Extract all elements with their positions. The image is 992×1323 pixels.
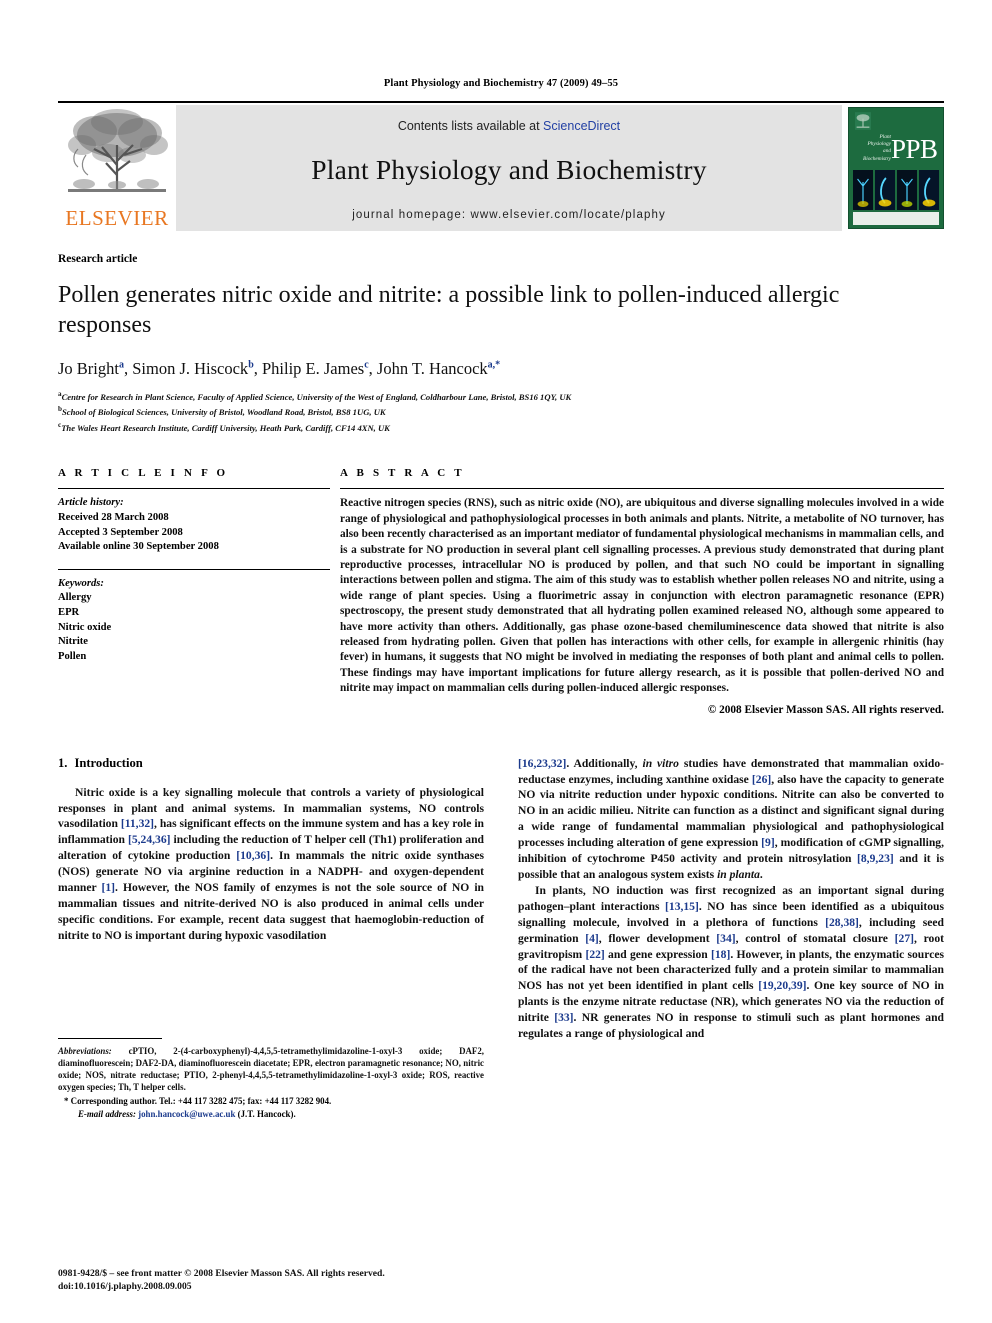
elsevier-wordmark: ELSEVIER: [65, 206, 169, 230]
history-accepted: Accepted 3 September 2008: [58, 526, 183, 538]
journal-cover-thumbnail: Plant Physiology and Biochemistry PPB: [848, 107, 944, 229]
affiliation-text: School of Biological Sciences, Universit…: [61, 407, 386, 418]
abbreviations-note: Abbreviations: cPTIO, 2-(4-carboxyphenyl…: [58, 1045, 484, 1094]
imprint-line-2: doi:10.1016/j.plaphy.2008.09.005: [58, 1281, 192, 1292]
copyright-line: © 2008 Elsevier Masson SAS. All rights r…: [707, 703, 944, 716]
info-abstract-region: A R T I C L E I N F O Article history: R…: [58, 467, 944, 716]
keyword-item: Allergy: [58, 592, 92, 604]
keyword-item: Nitrite: [58, 636, 88, 648]
keywords-label: Keywords:: [58, 577, 104, 589]
email-link[interactable]: john.hancock@uwe.ac.uk: [138, 1109, 235, 1119]
journal-band: Contents lists available at ScienceDirec…: [176, 105, 842, 231]
abbreviations-text: cPTIO, 2-(4-carboxyphenyl)-4,4,5,5-tetra…: [58, 1045, 485, 1093]
keywords-rule: [58, 568, 330, 570]
email-label: E-mail address:: [78, 1108, 136, 1119]
section-heading-introduction: 1. Introduction: [58, 756, 484, 771]
journal-article-page: Plant Physiology and Biochemistry 47 (20…: [0, 0, 992, 1323]
abstract-text: Reactive nitrogen species (RNS), such as…: [340, 497, 944, 695]
keyword-item: Pollen: [58, 650, 87, 662]
abstract-heading: A B S T R A C T: [340, 467, 465, 480]
affiliation-item: bSchool of Biological Sciences, Universi…: [58, 403, 944, 418]
journal-masthead: ELSEVIER Contents lists available at Sci…: [58, 101, 944, 231]
cover-acronym: PPB: [891, 134, 938, 164]
author-affil-mark: a: [118, 359, 124, 371]
history-available-online: Available online 30 September 2008: [58, 541, 219, 553]
author-affil-mark: c: [364, 359, 369, 371]
author-affil-mark: b: [248, 359, 254, 371]
affiliation-text: The Wales Heart Research Institute, Card…: [61, 422, 390, 433]
article-info-rule: [58, 488, 330, 490]
cover-thumb-1: [853, 170, 873, 210]
section-number: 1.: [58, 755, 68, 770]
imprint-line-1: 0981-9428/$ – see front matter © 2008 El…: [58, 1268, 385, 1279]
elsevier-tree-icon: [68, 109, 168, 192]
body-column-right: [16,23,32]. Additionally, in vitro studi…: [518, 756, 944, 1042]
email-owner: (J.T. Hancock).: [237, 1108, 296, 1119]
elsevier-logo: ELSEVIER: [58, 105, 176, 231]
imprint-block: 0981-9428/$ – see front matter © 2008 El…: [58, 1267, 385, 1293]
cover-thumb-2: [875, 170, 895, 210]
footnote-separator: [58, 1037, 162, 1039]
article-history-label: Article history:: [58, 497, 124, 509]
history-received: Received 28 March 2008: [58, 511, 169, 523]
author-name: Philip E. James: [262, 359, 365, 378]
affiliation-list: aCentre for Research in Plant Science, F…: [58, 388, 944, 434]
intro-paragraph-right-2: In plants, NO induction was first recogn…: [518, 883, 945, 1041]
author-list: Jo Brighta, Simon J. Hiscockb, Philip E.…: [58, 359, 501, 378]
abstract-column: A B S T R A C T Reactive nitrogen specie…: [340, 467, 944, 716]
cover-thumb-4: [919, 170, 939, 210]
author-name: John T. Hancock: [376, 359, 488, 378]
cover-elsevier-icon: [855, 112, 871, 130]
article-info-column: A R T I C L E I N F O Article history: R…: [58, 467, 330, 715]
corresponding-author-note: * Corresponding author. Tel.: +44 117 32…: [64, 1096, 332, 1107]
abstract-rule: [340, 488, 944, 490]
footnote-block: Abbreviations: cPTIO, 2-(4-carboxyphenyl…: [58, 1037, 484, 1120]
section-title: Introduction: [74, 755, 143, 770]
sciencedirect-link[interactable]: ScienceDirect: [543, 119, 620, 133]
affiliation-item: cThe Wales Heart Research Institute, Car…: [58, 419, 944, 434]
author-affil-mark: a,*: [487, 359, 501, 371]
keyword-item: Nitric oxide: [58, 621, 112, 633]
cover-image-strip: [853, 170, 939, 210]
intro-paragraph-right-1: [16,23,32]. Additionally, in vitro studi…: [518, 756, 945, 881]
article-info-heading: A R T I C L E I N F O: [58, 467, 229, 480]
contents-lists-line: Contents lists available at ScienceDirec…: [176, 105, 842, 133]
cover-subtitle: Plant Physiology and Biochemistry: [863, 134, 891, 162]
email-note: E-mail address: john.hancock@uwe.ac.uk (…: [58, 1108, 484, 1120]
article-body: 1. Introduction Nitric oxide is a key sig…: [58, 756, 944, 1119]
running-head: Plant Physiology and Biochemistry 47 (20…: [383, 78, 619, 89]
cover-thumb-3: [897, 170, 917, 210]
body-column-left: 1. Introduction Nitric oxide is a key sig…: [58, 756, 484, 1119]
keyword-list: Keywords: Allergy EPR Nitric oxide Nitri…: [58, 577, 330, 665]
cover-footer-bar: [853, 212, 939, 225]
abbreviations-label: Abbreviations:: [58, 1045, 112, 1056]
author-name: Simon J. Hiscock: [132, 359, 249, 378]
affiliation-item: aCentre for Research in Plant Science, F…: [58, 388, 944, 403]
article-history: Article history: Received 28 March 2008 …: [58, 496, 330, 554]
affiliation-text: Centre for Research in Plant Science, Fa…: [61, 391, 572, 402]
journal-homepage-link[interactable]: journal homepage: www.elsevier.com/locat…: [176, 209, 842, 221]
journal-title: Plant Physiology and Biochemistry: [311, 154, 707, 185]
author-name: Jo Bright: [58, 359, 119, 378]
contents-lists-prefix: Contents lists available at: [397, 119, 544, 133]
intro-paragraph-left: Nitric oxide is a key signalling molecul…: [58, 785, 484, 942]
page-title: Pollen generates nitric oxide and nitrit…: [58, 282, 840, 338]
article-type: Research article: [58, 253, 138, 265]
keyword-item: EPR: [58, 606, 80, 618]
